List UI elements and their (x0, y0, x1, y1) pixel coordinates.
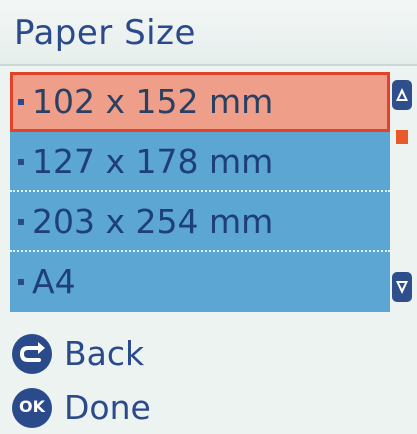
done-label: Done (64, 388, 151, 427)
scrollbar[interactable] (392, 80, 414, 302)
list-item-label: A4 (32, 262, 76, 301)
ok-button-icon: OK (12, 388, 52, 428)
page-title: Paper Size (14, 13, 196, 53)
bullet-icon (18, 159, 24, 165)
scroll-down-button[interactable] (392, 272, 412, 302)
list-item[interactable]: A4 (10, 252, 390, 312)
back-label: Back (64, 334, 145, 373)
list-item[interactable]: 102 x 152 mm (10, 72, 390, 132)
list-item[interactable]: 203 x 254 mm (10, 192, 390, 252)
list-item-label: 127 x 178 mm (32, 142, 274, 181)
triangle-up-icon (396, 88, 408, 101)
lcd-screen: Paper Size 102 x 152 mm 127 x 178 mm 203… (0, 0, 417, 434)
list-item-label: 102 x 152 mm (32, 82, 274, 121)
bullet-icon (18, 99, 24, 105)
bullet-icon (18, 219, 24, 225)
header-bar: Paper Size (0, 0, 417, 66)
paper-size-list: 102 x 152 mm 127 x 178 mm 203 x 254 mm A… (10, 72, 390, 312)
back-arrow-icon (12, 334, 52, 374)
bullet-icon (18, 279, 24, 285)
triangle-down-icon (396, 281, 408, 294)
footer: Back OK Done (0, 320, 417, 434)
list-item[interactable]: 127 x 178 mm (10, 132, 390, 192)
ok-icon-text: OK (19, 397, 45, 416)
scroll-thumb[interactable] (396, 130, 408, 144)
list-item-label: 203 x 254 mm (32, 202, 274, 241)
scroll-up-button[interactable] (392, 80, 412, 110)
